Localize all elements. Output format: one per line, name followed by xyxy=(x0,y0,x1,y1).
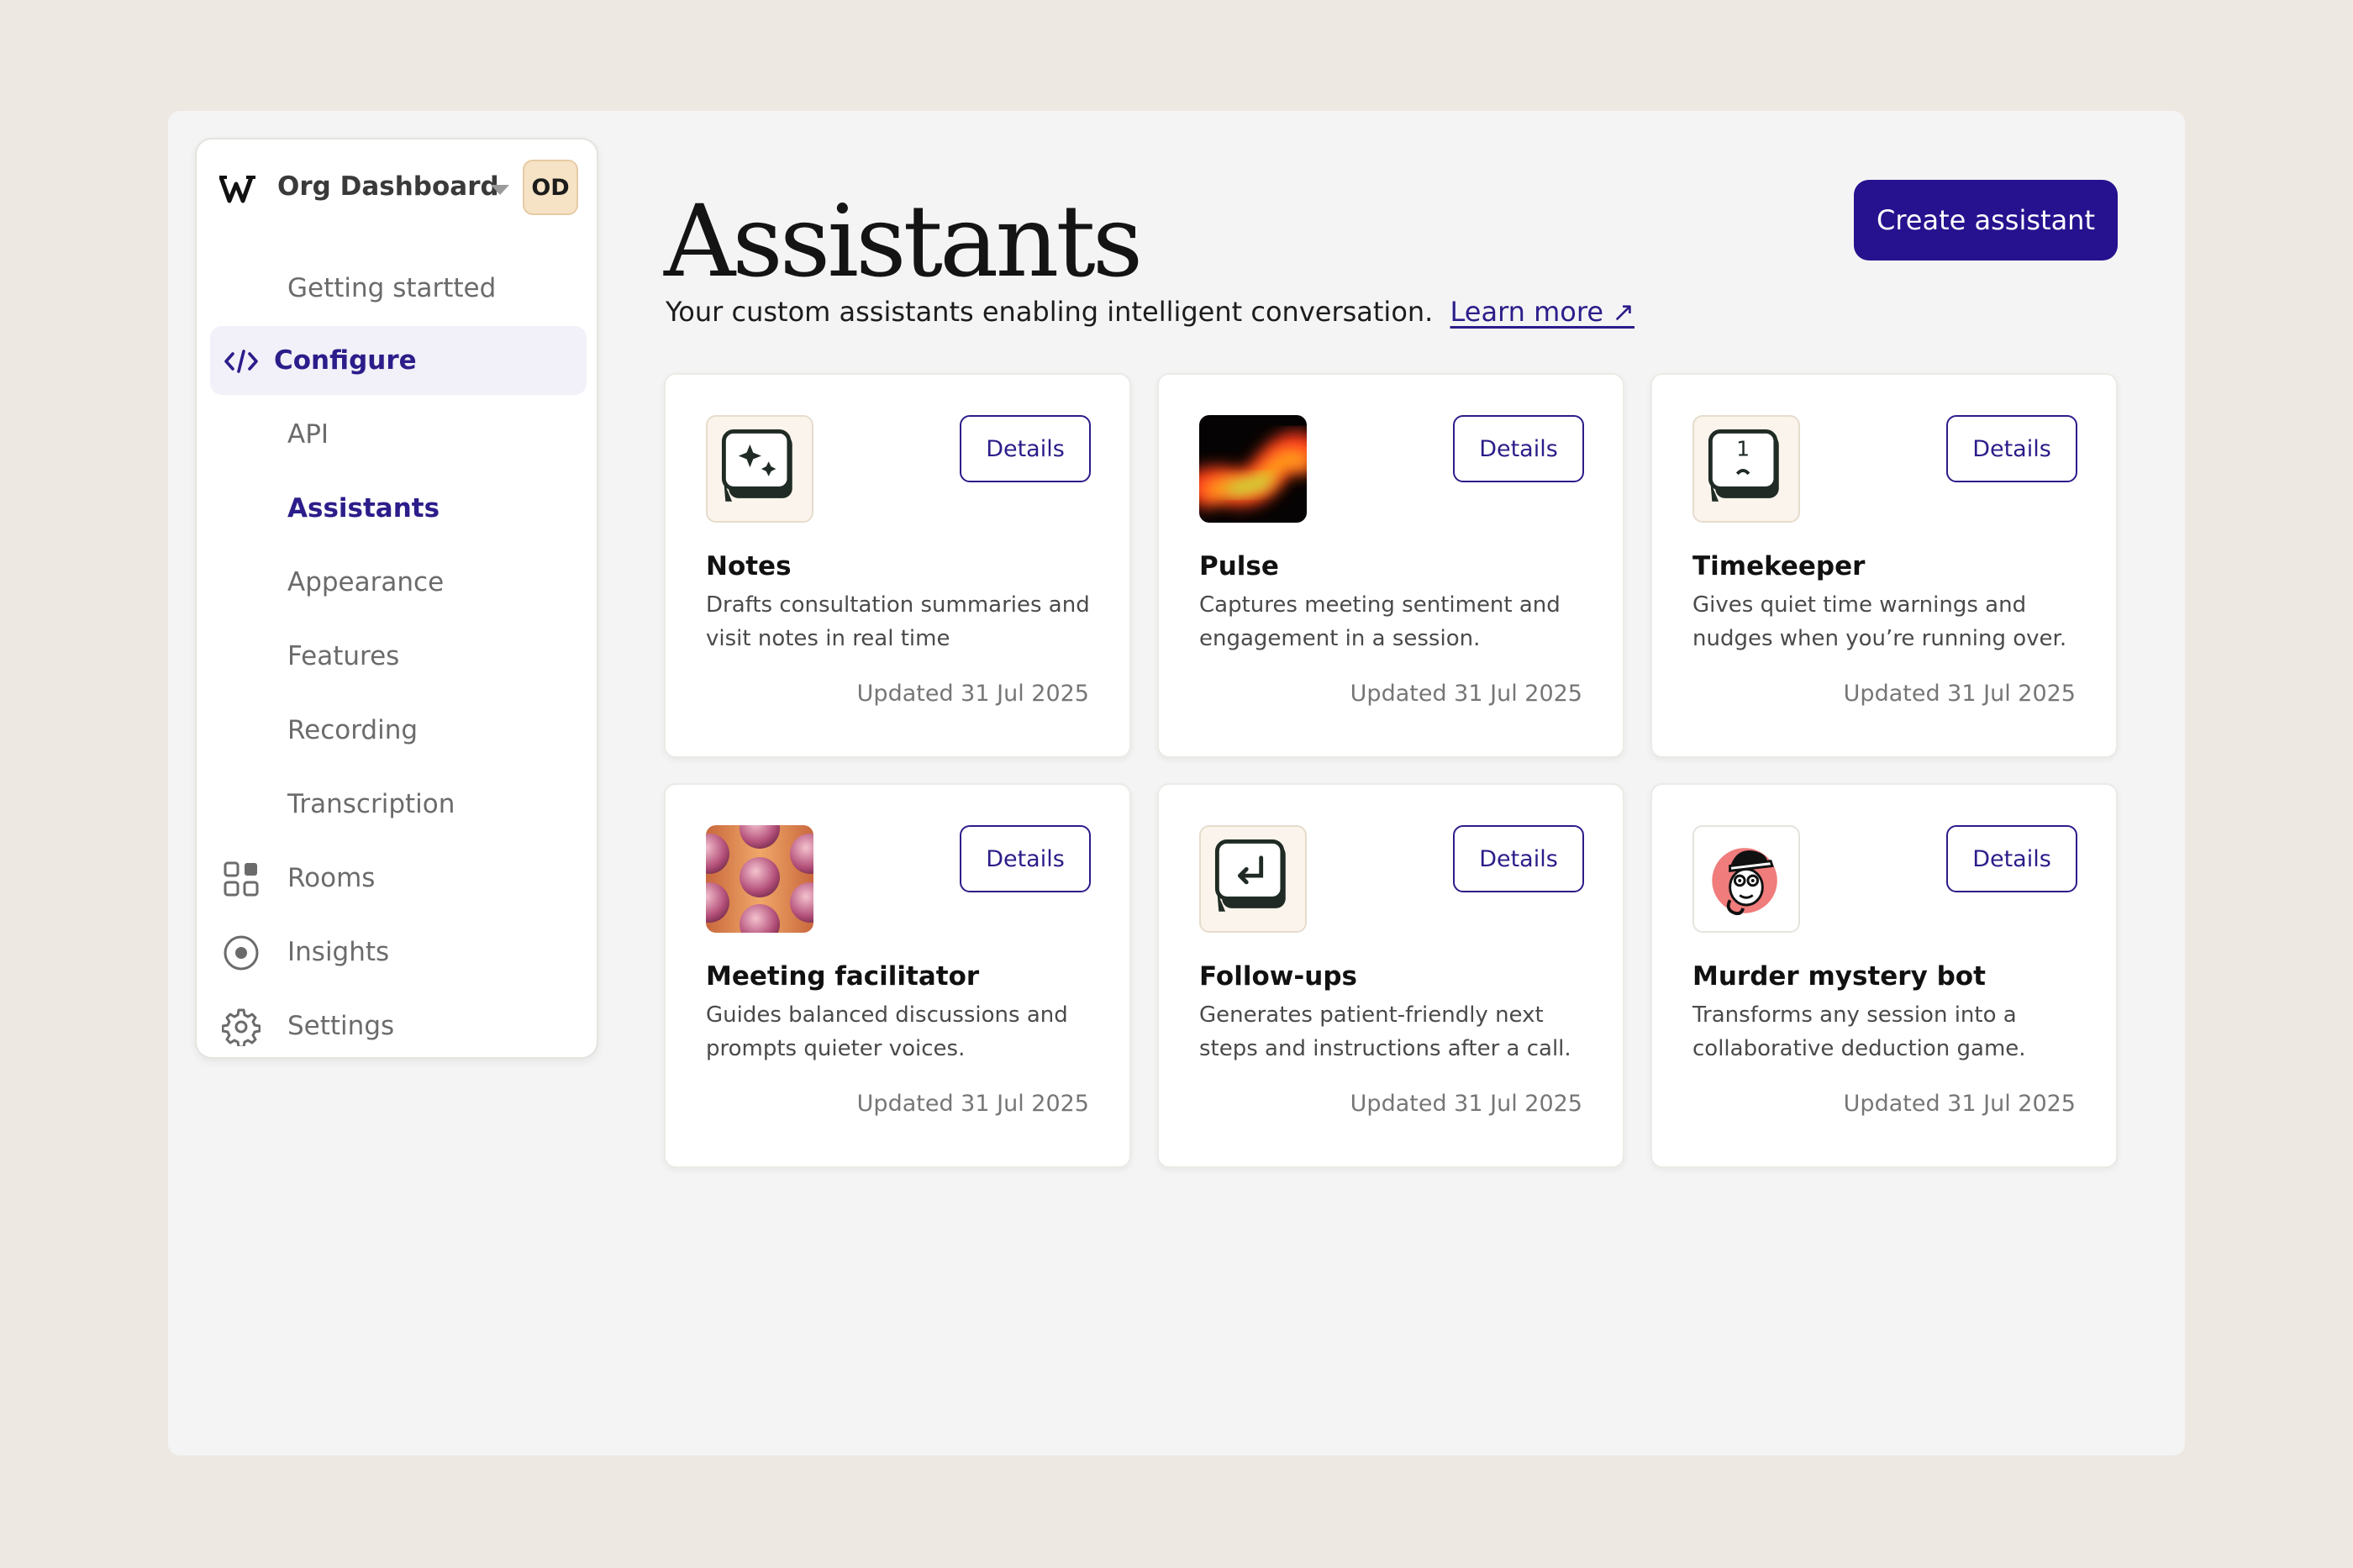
grid-icon xyxy=(224,861,259,897)
sidebar-item-label: Appearance xyxy=(287,567,445,597)
card-updated: Updated 31 Jul 2025 xyxy=(1843,1091,2076,1117)
sidebar-item-label: Configure xyxy=(274,345,417,376)
sidebar-item-appearance[interactable]: Appearance xyxy=(210,548,587,617)
card-title: Timekeeper xyxy=(1692,551,1866,581)
sidebar-item-rooms[interactable]: Rooms xyxy=(210,844,587,913)
avatar[interactable]: OD xyxy=(523,160,578,215)
card-updated: Updated 31 Jul 2025 xyxy=(856,1091,1089,1117)
sidebar-item-label: Settings xyxy=(287,1011,395,1041)
sidebar-item-label: Assistants xyxy=(287,493,440,524)
card-title: Notes xyxy=(706,551,792,581)
card-description: Guides balanced discussions and prompts … xyxy=(706,1002,1068,1061)
return-key-icon xyxy=(1199,825,1307,933)
org-switcher[interactable]: Org Dashboard OD xyxy=(197,160,597,218)
card-description: Captures meeting sentiment and engagemen… xyxy=(1199,592,1561,651)
learn-more-link[interactable]: Learn more ↗ xyxy=(1450,296,1634,328)
card-updated: Updated 31 Jul 2025 xyxy=(856,681,1089,707)
sidebar-item-label: Rooms xyxy=(287,863,376,893)
code-icon xyxy=(224,350,258,373)
target-icon xyxy=(224,935,259,971)
details-button[interactable]: Details xyxy=(1946,825,2077,892)
caret-down-icon[interactable] xyxy=(489,178,511,200)
sidebar-item-label: Getting startted xyxy=(287,273,497,303)
card-title: Pulse xyxy=(1199,551,1279,581)
sparkle-key-icon xyxy=(706,415,813,523)
page-title: Assistants xyxy=(664,183,1143,299)
card-description: Drafts consultation summaries and visit … xyxy=(706,592,1090,651)
sidebar-item-insights[interactable]: Insights xyxy=(210,918,587,987)
assistant-card-follow-ups[interactable]: Details Follow-ups Generates patient-fri… xyxy=(1157,783,1624,1168)
details-button[interactable]: Details xyxy=(1453,825,1584,892)
sphere-pattern-icon xyxy=(706,825,813,933)
card-updated: Updated 31 Jul 2025 xyxy=(1350,1091,1582,1117)
svg-text:1: 1 xyxy=(1736,437,1750,461)
card-title: Murder mystery bot xyxy=(1692,961,1986,992)
number-key-icon: 1 xyxy=(1692,415,1800,523)
org-name: Org Dashboard xyxy=(277,171,499,202)
assistant-card-meeting-facilitator[interactable]: Details Meeting facilitator Guides balan… xyxy=(664,783,1131,1168)
sidebar-item-recording[interactable]: Recording xyxy=(210,696,587,765)
sidebar-item-settings[interactable]: Settings xyxy=(210,992,587,1060)
detective-character-icon xyxy=(1692,825,1800,933)
sidebar-item-getting-started[interactable]: Getting startted xyxy=(210,254,587,323)
card-description: Gives quiet time warnings and nudges whe… xyxy=(1692,592,2067,651)
card-description: Transforms any session into a collaborat… xyxy=(1692,1002,2026,1061)
create-assistant-button[interactable]: Create assistant xyxy=(1854,180,2118,260)
sidebar-item-api[interactable]: API xyxy=(210,400,587,469)
details-button[interactable]: Details xyxy=(960,415,1091,482)
sidebar-item-label: Features xyxy=(287,641,400,671)
card-title: Meeting facilitator xyxy=(706,961,980,992)
card-updated: Updated 31 Jul 2025 xyxy=(1843,681,2076,707)
card-updated: Updated 31 Jul 2025 xyxy=(1350,681,1582,707)
sidebar-item-label: API xyxy=(287,419,329,450)
sidebar-item-label: Insights xyxy=(287,937,390,967)
page-subtitle: Your custom assistants enabling intellig… xyxy=(666,296,1634,328)
assistant-card-timekeeper[interactable]: 1 Details Timekeeper Gives quiet time wa… xyxy=(1650,373,2118,758)
sidebar-item-label: Recording xyxy=(287,715,418,745)
heat-wave-icon xyxy=(1199,415,1307,523)
sidebar-item-assistants[interactable]: Assistants xyxy=(210,474,587,543)
sidebar-item-transcription[interactable]: Transcription xyxy=(210,770,587,839)
assistant-card-notes[interactable]: Details Notes Drafts consultation summar… xyxy=(664,373,1131,758)
brand-logo-icon xyxy=(218,176,255,203)
gear-icon xyxy=(222,1008,261,1046)
subtitle-text: Your custom assistants enabling intellig… xyxy=(666,296,1434,328)
details-button[interactable]: Details xyxy=(1946,415,2077,482)
details-button[interactable]: Details xyxy=(960,825,1091,892)
details-button[interactable]: Details xyxy=(1453,415,1584,482)
sidebar: Org Dashboard OD Getting startted Config… xyxy=(195,138,598,1059)
sidebar-item-configure[interactable]: Configure xyxy=(210,326,587,395)
assistant-card-pulse[interactable]: Details Pulse Captures meeting sentiment… xyxy=(1157,373,1624,758)
app-window: Org Dashboard OD Getting startted Config… xyxy=(168,111,2185,1455)
assistant-card-murder-mystery-bot[interactable]: Details Murder mystery bot Transforms an… xyxy=(1650,783,2118,1168)
card-description: Generates patient-friendly next steps an… xyxy=(1199,1002,1571,1061)
card-title: Follow-ups xyxy=(1199,961,1357,992)
sidebar-item-label: Transcription xyxy=(287,789,455,819)
sidebar-item-features[interactable]: Features xyxy=(210,622,587,691)
